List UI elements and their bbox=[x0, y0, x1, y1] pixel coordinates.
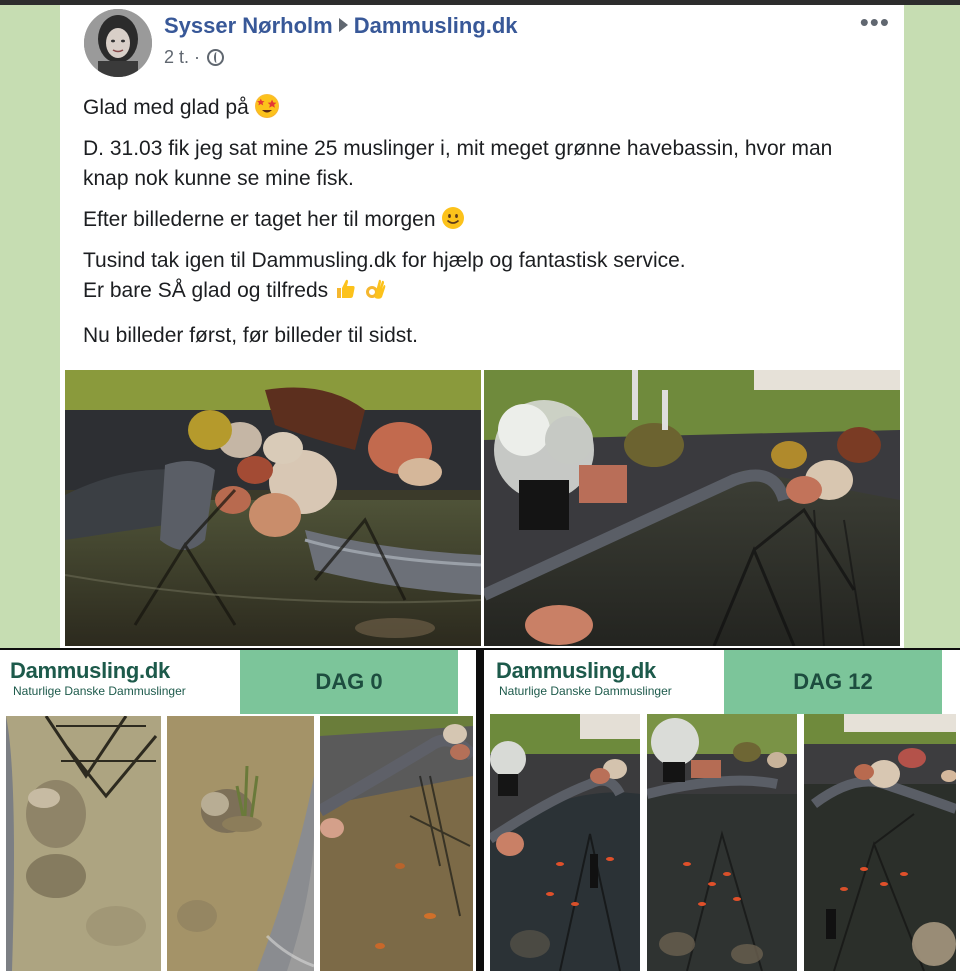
day-badge: DAG 12 bbox=[724, 650, 942, 714]
post-paragraph: Glad med glad på bbox=[83, 93, 883, 123]
brand-tagline: Naturlige Danske Dammuslinger bbox=[499, 684, 672, 698]
globe-icon bbox=[207, 49, 225, 66]
post-header: Sysser Nørholm Dammusling.dk bbox=[164, 13, 518, 39]
star-struck-emoji-icon bbox=[254, 94, 279, 118]
brand-block: Dammusling.dk Naturlige Danske Dammuslin… bbox=[496, 658, 672, 698]
thumbs-up-emoji-icon bbox=[334, 277, 358, 310]
group-name-link[interactable]: Dammusling.dk bbox=[354, 13, 518, 38]
before-panel: Dammusling.dk Naturlige Danske Dammuslin… bbox=[0, 650, 476, 971]
author-avatar[interactable] bbox=[84, 9, 152, 77]
ok-hand-emoji-icon bbox=[364, 277, 388, 310]
before-photo-2[interactable] bbox=[167, 716, 314, 971]
post-meta: 2 t. · bbox=[164, 47, 225, 68]
smiling-face-emoji-icon bbox=[441, 206, 465, 230]
post-paragraph: D. 31.03 fik jeg sat mine 25 muslinger i… bbox=[83, 137, 833, 190]
post-text-line: Er bare SÅ glad og tilfreds bbox=[83, 279, 329, 302]
post-body: Glad med glad på D. 31.03 fik jeg sat mi… bbox=[83, 93, 883, 362]
author-name-link[interactable]: Sysser Nørholm bbox=[164, 13, 333, 38]
post-text-line: Glad med glad på bbox=[83, 96, 249, 119]
after-panel: Dammusling.dk Naturlige Danske Dammuslin… bbox=[484, 650, 960, 971]
post-photo-pond-stones[interactable] bbox=[65, 370, 481, 646]
before-photo-3[interactable] bbox=[320, 716, 473, 971]
before-photo-1[interactable] bbox=[6, 716, 161, 971]
brand-block: Dammusling.dk Naturlige Danske Dammuslin… bbox=[10, 658, 186, 698]
facebook-post-card: Sysser Nørholm Dammusling.dk 2 t. · ••• G… bbox=[60, 5, 904, 648]
brand-name: Dammusling.dk bbox=[496, 658, 656, 683]
post-paragraph: Efter billederne er taget her til morgen bbox=[83, 205, 883, 235]
post-timestamp[interactable]: 2 t. · bbox=[164, 47, 200, 67]
post-text-line: Efter billederne er taget her til morgen bbox=[83, 208, 436, 231]
after-photo-2[interactable] bbox=[647, 714, 797, 971]
post-text-line: Tusind tak igen til Dammusling.dk for hj… bbox=[83, 249, 686, 272]
post-photo-pond-plant[interactable] bbox=[484, 370, 900, 646]
shared-to-arrow-icon bbox=[338, 18, 348, 32]
post-paragraph: Tusind tak igen til Dammusling.dk for hj… bbox=[83, 246, 883, 310]
brand-name: Dammusling.dk bbox=[10, 658, 170, 683]
after-photo-3[interactable] bbox=[804, 714, 956, 971]
day-badge: DAG 0 bbox=[240, 650, 458, 714]
brand-tagline: Naturlige Danske Dammuslinger bbox=[13, 684, 186, 698]
more-dots-icon[interactable]: ••• bbox=[860, 7, 890, 38]
post-paragraph: Nu billeder først, før billeder til sids… bbox=[83, 324, 418, 347]
after-photo-1[interactable] bbox=[490, 714, 640, 971]
screenshot-stage: Sysser Nørholm Dammusling.dk 2 t. · ••• G… bbox=[0, 0, 960, 971]
